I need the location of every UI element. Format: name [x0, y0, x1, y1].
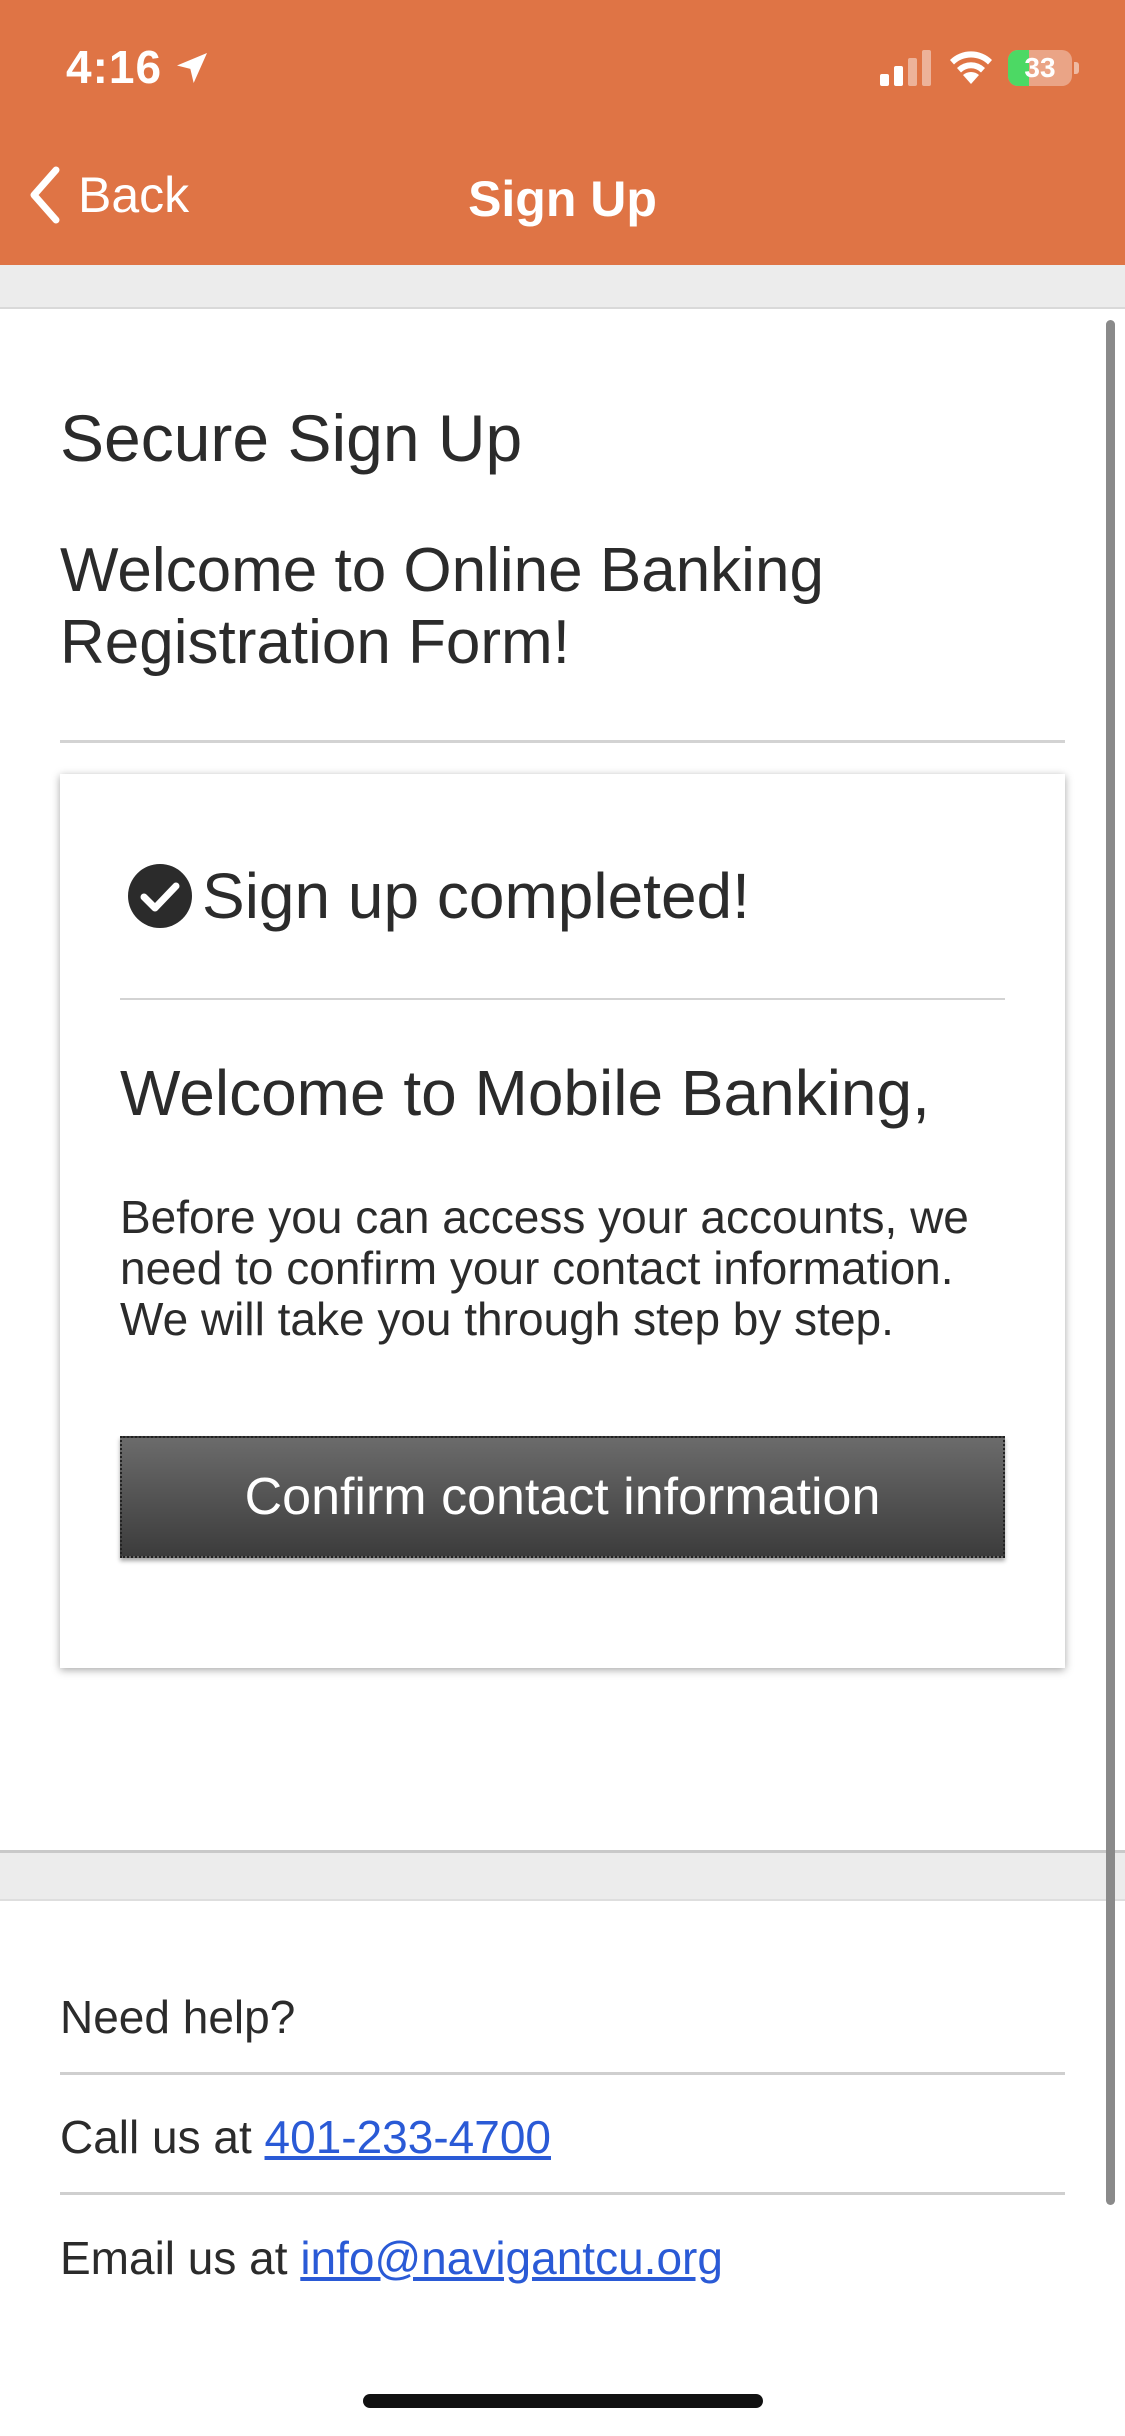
- card-heading: Welcome to Mobile Banking,: [120, 1057, 930, 1129]
- success-row: Sign up completed!: [126, 859, 750, 933]
- success-message: Sign up completed!: [202, 860, 750, 932]
- call-prefix: Call us at: [60, 2111, 265, 2163]
- divider: [60, 740, 1065, 743]
- home-indicator[interactable]: [363, 2394, 763, 2408]
- nav-bar: Back Sign Up: [0, 130, 1125, 265]
- footer-divider: [60, 2192, 1065, 2195]
- email-prefix: Email us at: [60, 2232, 301, 2284]
- scrollbar[interactable]: [1106, 320, 1115, 2205]
- phone-link[interactable]: 401-233-4700: [265, 2111, 551, 2163]
- call-us-line: Call us at 401-233-4700: [60, 2110, 551, 2164]
- wifi-icon: [950, 51, 992, 84]
- battery-level: 33: [1024, 52, 1056, 83]
- footer-separator-band: [0, 1850, 1125, 1901]
- help-heading: Need help?: [60, 1991, 296, 2043]
- battery-charging-icon: 33: [1008, 50, 1079, 86]
- email-us-line: Email us at info@navigantcu.org: [60, 2231, 723, 2285]
- check-circle-icon: [128, 864, 192, 928]
- email-link[interactable]: info@navigantcu.org: [300, 2232, 723, 2284]
- status-bar: 4:16 33: [0, 0, 1125, 130]
- card-body-text: Before you can access your accounts, we …: [120, 1191, 969, 1345]
- status-time: 4:16: [66, 41, 163, 93]
- footer-divider: [60, 2072, 1065, 2075]
- nav-title: Sign Up: [468, 171, 657, 227]
- page-title: Secure Sign Up: [60, 401, 523, 475]
- sign-up-completed-card: Sign up completed! Welcome to Mobile Ban…: [60, 774, 1065, 1668]
- welcome-heading: Welcome to Online Banking Registration F…: [60, 536, 824, 677]
- location-arrow-icon: [177, 53, 207, 83]
- top-separator-band: [0, 265, 1125, 309]
- card-divider: [120, 998, 1005, 1000]
- cellular-signal-icon: [880, 50, 931, 86]
- confirm-contact-information-button[interactable]: Confirm contact information: [120, 1436, 1005, 1558]
